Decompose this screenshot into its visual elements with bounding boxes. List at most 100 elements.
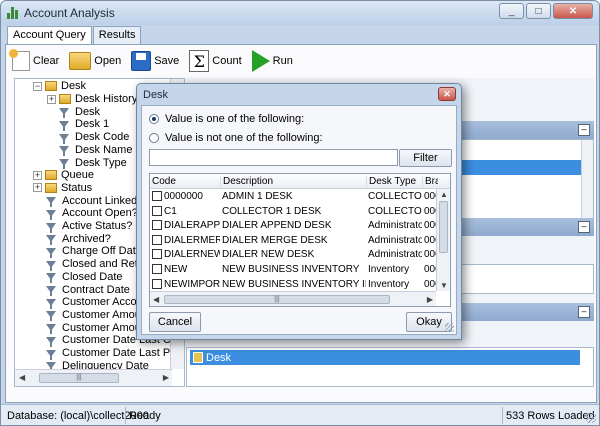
scroll-down-arrow-icon[interactable]: ▼ xyxy=(440,281,448,290)
selected-field-list: Desk xyxy=(186,347,594,387)
radio-value-not-in[interactable]: Value is not one of the following: xyxy=(149,132,323,144)
status-database: Database: (local)\collect2000 xyxy=(7,410,149,422)
collapse-icon-2[interactable]: – xyxy=(578,221,590,233)
col-desk-type[interactable]: Desk Type xyxy=(366,176,422,188)
table-row[interactable]: DIALERMERGDIALER MERGE DESK Administrator… xyxy=(150,233,436,248)
scroll-right-arrow-icon[interactable]: ▶ xyxy=(163,373,169,382)
row-checkbox[interactable] xyxy=(152,205,162,216)
cell-type: COLLECTOR xyxy=(368,205,422,217)
collapse-icon[interactable]: − xyxy=(33,81,42,91)
tree-item[interactable]: Contract Date xyxy=(46,283,130,297)
tree-item[interactable]: Desk xyxy=(59,105,101,119)
filter-funnel-icon xyxy=(46,197,56,208)
table-row[interactable]: C1 COLLECTOR 1 DESK COLLECTOR000 xyxy=(150,204,436,219)
tab-account-query[interactable]: Account Query xyxy=(7,26,92,45)
col-code[interactable]: Code xyxy=(150,176,220,188)
tree-item-label: Customer Date Last Paid xyxy=(62,347,185,360)
dialog-title: Desk xyxy=(143,89,169,101)
tree-item[interactable]: + Queue xyxy=(33,169,94,182)
cell-code: DIALERMERG xyxy=(164,234,220,246)
grid-hscroll-thumb[interactable]: ||| xyxy=(164,295,390,304)
tree-item[interactable]: Archived? xyxy=(46,232,111,246)
tree-item[interactable]: + Desk History xyxy=(47,93,137,106)
expand-icon[interactable]: + xyxy=(33,183,42,193)
cell-branch: 000 xyxy=(424,220,436,232)
open-button[interactable]: Open xyxy=(67,48,123,74)
tree-item-label: Desk Type xyxy=(75,156,127,169)
col-description[interactable]: Description xyxy=(220,176,366,188)
status-rows: 533 Rows Loaded xyxy=(506,410,595,422)
tree-item[interactable]: Active Status? xyxy=(46,220,132,233)
run-button[interactable]: Run xyxy=(250,48,295,74)
tree-item-label: Desk Name xyxy=(75,143,133,156)
row-checkbox[interactable] xyxy=(152,234,162,245)
filter-funnel-icon xyxy=(59,159,69,170)
tree-item[interactable]: Account Open? xyxy=(46,207,138,220)
collapse-icon[interactable]: – xyxy=(578,124,590,136)
clear-button[interactable]: Clear xyxy=(9,48,61,74)
tab-strip: Account Query Results xyxy=(7,26,142,45)
tree-item[interactable]: Closed Date xyxy=(46,271,123,284)
grid-vertical-scrollbar[interactable]: ▲ ▼ xyxy=(436,189,450,291)
cancel-button[interactable]: Cancel xyxy=(149,312,201,332)
minimize-button[interactable]: _ xyxy=(499,3,524,19)
tree-horizontal-scrollbar[interactable]: ◀ ||| ▶ xyxy=(15,369,172,386)
row-checkbox[interactable] xyxy=(152,278,162,289)
expand-icon[interactable]: + xyxy=(47,94,56,104)
row-checkbox[interactable] xyxy=(152,191,162,201)
dialog-resize-grip[interactable] xyxy=(445,323,454,332)
row-checkbox[interactable] xyxy=(152,264,162,274)
radio-value-in[interactable]: Value is one of the following: xyxy=(149,113,304,125)
filter-funnel-icon xyxy=(46,336,56,347)
filter-funnel-icon xyxy=(46,273,56,284)
tree-item[interactable]: + Status xyxy=(33,182,92,195)
selected-field-row[interactable]: Desk xyxy=(190,350,580,365)
cell-description: COLLECTOR 1 DESK xyxy=(222,205,322,217)
collapse-icon-3[interactable]: – xyxy=(578,306,590,318)
expand-icon[interactable]: + xyxy=(33,170,42,180)
resize-grip[interactable] xyxy=(586,413,596,423)
count-button[interactable]: Σ Count xyxy=(187,48,243,74)
tree-item[interactable]: Desk Code xyxy=(59,131,129,144)
scroll-up-arrow-icon[interactable]: ▲ xyxy=(440,190,448,199)
criteria-scrollbar[interactable] xyxy=(581,140,593,228)
scroll-left-arrow-icon[interactable]: ◀ xyxy=(19,373,25,382)
row-checkbox[interactable] xyxy=(152,249,162,260)
filter-button[interactable]: Filter xyxy=(399,149,452,167)
col-branch[interactable]: Bra xyxy=(422,176,438,188)
table-row[interactable]: DIALERNEWDIALER NEW DESK Administrator000 xyxy=(150,247,436,262)
maximize-button[interactable]: □ xyxy=(526,3,551,19)
tree-item[interactable]: − Desk xyxy=(33,80,86,93)
tree-item[interactable]: Account Linked? xyxy=(46,194,144,208)
tree-item[interactable]: Desk Name xyxy=(59,144,132,157)
folder-open-icon xyxy=(69,52,92,70)
table-row[interactable]: NEW NEW BUSINESS INVENTORY Inventory 000 xyxy=(150,262,436,277)
tree-item[interactable]: Desk Type xyxy=(59,156,127,170)
grid-scroll-left-icon[interactable]: ◀ xyxy=(153,295,159,304)
radio-in-label: Value is one of the following: xyxy=(165,113,305,125)
tree-item[interactable]: Customer Date Last Paid xyxy=(46,347,185,360)
grid-vscroll-thumb[interactable] xyxy=(439,201,448,253)
tree-item-label: Contract Date xyxy=(62,283,130,296)
grid-horizontal-scrollbar[interactable]: ◀ ||| ▶ xyxy=(150,291,436,306)
tree-item[interactable]: Desk 1 xyxy=(59,118,109,131)
tab-results[interactable]: Results xyxy=(92,26,142,44)
tree-item-label: Account Linked? xyxy=(62,194,144,207)
tree-item[interactable]: Charge Off Date xyxy=(46,245,142,258)
cell-description: DIALER APPEND DESK xyxy=(222,220,332,232)
filter-funnel-icon xyxy=(46,286,56,297)
cell-branch: 000 xyxy=(424,205,436,217)
table-row[interactable]: 0000000 ADMIN 1 DESK COLLECTOR000 xyxy=(150,189,436,204)
cell-code: 0000000 xyxy=(164,191,203,202)
table-row[interactable]: NEWIMPORTNEW BUSINESS INVENTORY IMPORTIn… xyxy=(150,277,436,292)
table-row[interactable]: DIALERAPPDDIALER APPEND DESK Administrato… xyxy=(150,218,436,233)
grid-scroll-right-icon[interactable]: ▶ xyxy=(427,295,433,304)
filter-input[interactable] xyxy=(149,149,398,166)
cell-branch: 000 xyxy=(424,278,436,290)
tree-hscroll-thumb[interactable]: ||| xyxy=(39,373,119,383)
close-button[interactable]: ✕ xyxy=(553,3,593,19)
row-checkbox[interactable] xyxy=(152,220,162,231)
dialog-close-icon[interactable]: ✕ xyxy=(438,87,456,101)
save-button[interactable]: Save xyxy=(129,48,181,74)
tree-item-label: Desk xyxy=(75,105,101,118)
